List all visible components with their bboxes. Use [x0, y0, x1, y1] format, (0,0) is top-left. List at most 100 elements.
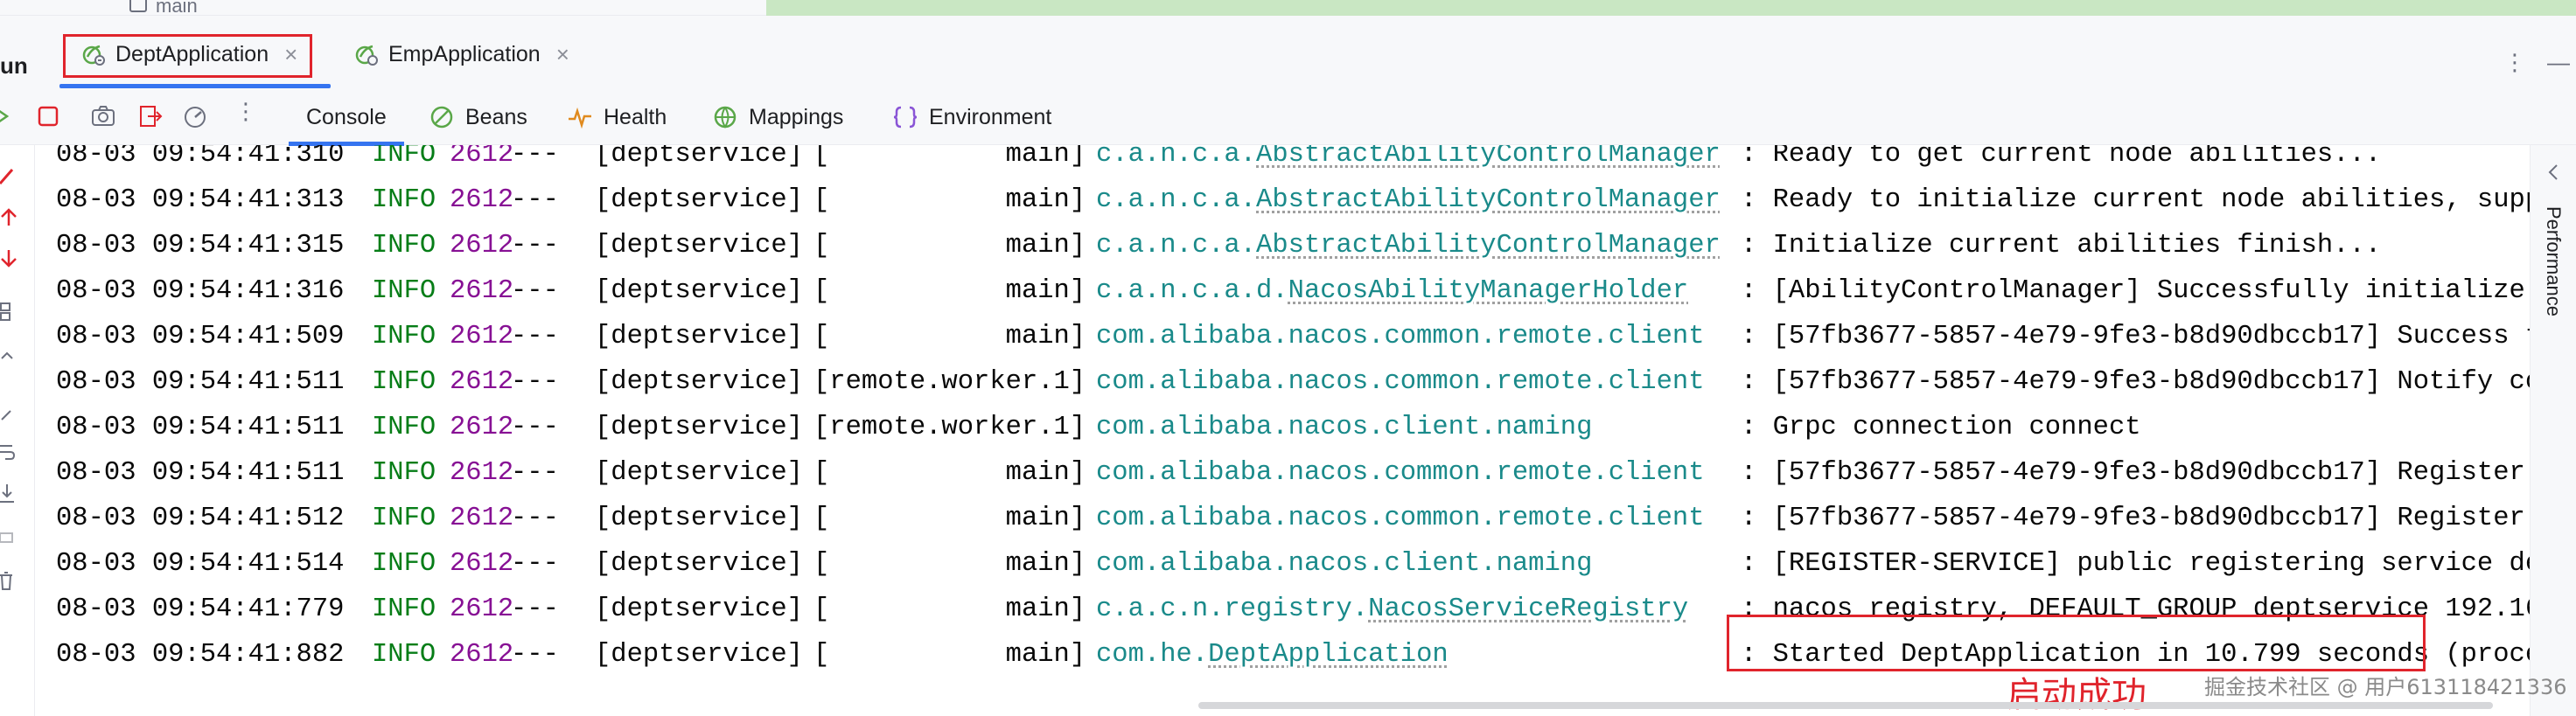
print-icon[interactable] [0, 526, 23, 549]
log-message: : [REGISTER-SERVICE] public registering … [1741, 549, 2530, 579]
trash-icon[interactable] [0, 570, 23, 593]
log-separator: --- [511, 145, 559, 170]
log-thread: [remote.worker.1] [813, 367, 1086, 397]
soft-wrap-icon[interactable] [0, 441, 23, 463]
log-pid: 2612 [450, 276, 514, 306]
minimize-icon[interactable]: — [2547, 49, 2570, 76]
log-level: INFO [372, 145, 436, 170]
log-pid: 2612 [450, 594, 514, 624]
logger-package: com.alibaba.nacos.client.naming [1096, 413, 1593, 442]
log-thread: [remote.worker.1] [813, 413, 1086, 442]
log-app-name: [deptservice] [595, 276, 803, 306]
log-separator: --- [511, 594, 559, 624]
log-message: : [57fb3677-5857-4e79-9fe3-b8d90dbccb17]… [1741, 504, 2530, 533]
tab-health[interactable]: Health [567, 100, 667, 135]
more-actions-icon[interactable]: ⋮ [234, 98, 261, 124]
log-message: : Ready to get current node abilities... [1741, 145, 2382, 170]
log-level: INFO [372, 640, 436, 670]
log-thread: [ main] [813, 504, 1086, 533]
log-logger[interactable]: com.alibaba.nacos.client.naming [1096, 413, 1592, 442]
logger-class-link[interactable]: NacosServiceRegistry [1368, 594, 1688, 624]
tab-mappings[interactable]: Mappings [712, 100, 843, 135]
log-message: : Initialize current abilities finish... [1741, 231, 2382, 261]
log-logger[interactable]: c.a.c.n.registry.NacosServiceRegistry [1096, 594, 1688, 624]
log-level: INFO [372, 504, 436, 533]
logger-class-link[interactable]: NacosAbilityManagerHolder [1288, 276, 1689, 306]
log-logger[interactable]: com.alibaba.nacos.common.remote.client [1096, 322, 1705, 351]
tab-beans[interactable]: Beans [429, 100, 527, 135]
logger-package: com.he. [1096, 640, 1209, 670]
tab-label: EmpApplication [388, 41, 541, 66]
stop-icon[interactable] [35, 103, 61, 129]
active-tab-indicator [59, 84, 331, 88]
layout-icon[interactable] [0, 301, 23, 323]
log-pid: 2612 [450, 322, 514, 351]
tab-label: Mappings [749, 104, 844, 129]
tab-label: Environment [929, 104, 1052, 129]
log-logger[interactable]: c.a.n.c.a.d.NacosAbilityManagerHolder [1096, 276, 1688, 306]
log-logger[interactable]: com.alibaba.nacos.common.remote.client [1096, 458, 1705, 488]
checkbox-icon [129, 0, 147, 12]
rerun-icon[interactable] [0, 103, 14, 129]
watermark: 掘金技术社区 @ 用户613118421336 [2204, 675, 2567, 699]
environment-icon [893, 106, 918, 129]
exit-icon[interactable] [137, 103, 164, 129]
log-separator: --- [511, 549, 559, 579]
download-icon[interactable] [0, 483, 23, 505]
close-icon[interactable]: × [284, 41, 297, 68]
logger-package: com.alibaba.nacos.common.remote.client [1096, 458, 1705, 488]
logger-class-link[interactable]: AbstractAbilityControlManager [1256, 231, 1721, 261]
tab-dept-application[interactable]: DeptApplication × [80, 33, 297, 75]
log-message: : Ready to initialize current node abili… [1741, 185, 2530, 215]
logger-class-link[interactable]: AbstractAbilityControlManager [1256, 145, 1721, 170]
tab-emp-application[interactable]: EmpApplication × [353, 33, 569, 75]
log-app-name: [deptservice] [595, 185, 803, 215]
log-logger[interactable]: com.alibaba.nacos.client.naming [1096, 549, 1592, 579]
log-logger[interactable]: com.alibaba.nacos.common.remote.client [1096, 504, 1705, 533]
tab-label: Health [604, 104, 667, 129]
logger-package: com.alibaba.nacos.client.naming [1096, 549, 1593, 579]
log-thread: [ main] [813, 594, 1086, 624]
log-level: INFO [372, 413, 436, 442]
log-separator: --- [511, 276, 559, 306]
logger-package: c.a.n.c.a. [1096, 185, 1257, 215]
camera-icon[interactable] [90, 103, 116, 129]
tab-label: Console [306, 104, 387, 129]
log-logger[interactable]: c.a.n.c.a.AbstractAbilityControlManager [1096, 185, 1721, 215]
spring-boot-icon [355, 45, 378, 66]
log-timestamp: 08-03 09:54:41:779 [56, 594, 345, 624]
logger-package: c.a.c.n.registry. [1096, 594, 1369, 624]
logger-package: com.alibaba.nacos.common.remote.client [1096, 504, 1705, 533]
run-tab-bar: un DeptApplication × EmpApplication × ⋮ … [0, 16, 2576, 89]
logger-class-link[interactable]: AbstractAbilityControlManager [1256, 185, 1721, 215]
gauge-icon[interactable] [182, 103, 208, 129]
tab-console[interactable]: Console [306, 100, 387, 135]
log-logger[interactable]: com.he.DeptApplication [1096, 640, 1449, 670]
tab-environment[interactable]: Environment [892, 100, 1051, 135]
log-level: INFO [372, 594, 436, 624]
pencil-icon[interactable] [0, 164, 23, 187]
arrow-down-icon[interactable] [0, 248, 23, 271]
chevron-left-icon[interactable] [2545, 163, 2564, 182]
log-logger[interactable]: com.alibaba.nacos.common.remote.client [1096, 367, 1705, 397]
performance-panel-label[interactable]: Performance [2542, 206, 2565, 316]
log-thread: [ main] [813, 145, 1086, 170]
log-pid: 2612 [450, 185, 514, 215]
log-pid: 2612 [450, 549, 514, 579]
log-timestamp: 08-03 09:54:41:882 [56, 640, 345, 670]
log-separator: --- [511, 322, 559, 351]
more-options-icon[interactable]: ⋮ [2503, 49, 2526, 76]
horizontal-scrollbar[interactable] [1198, 702, 2493, 709]
arrow-up-icon[interactable] [0, 205, 23, 227]
collapse-icon[interactable] [0, 344, 23, 367]
log-app-name: [deptservice] [595, 640, 803, 670]
scroll-icon[interactable] [0, 402, 23, 425]
log-thread: [ main] [813, 549, 1086, 579]
log-separator: --- [511, 185, 559, 215]
log-logger[interactable]: c.a.n.c.a.AbstractAbilityControlManager [1096, 231, 1721, 261]
log-pid: 2612 [450, 145, 514, 170]
health-icon [569, 107, 591, 129]
close-icon[interactable]: × [556, 41, 569, 68]
logger-class-link[interactable]: DeptApplication [1208, 640, 1449, 670]
log-logger[interactable]: c.a.n.c.a.AbstractAbilityControlManager [1096, 145, 1721, 170]
